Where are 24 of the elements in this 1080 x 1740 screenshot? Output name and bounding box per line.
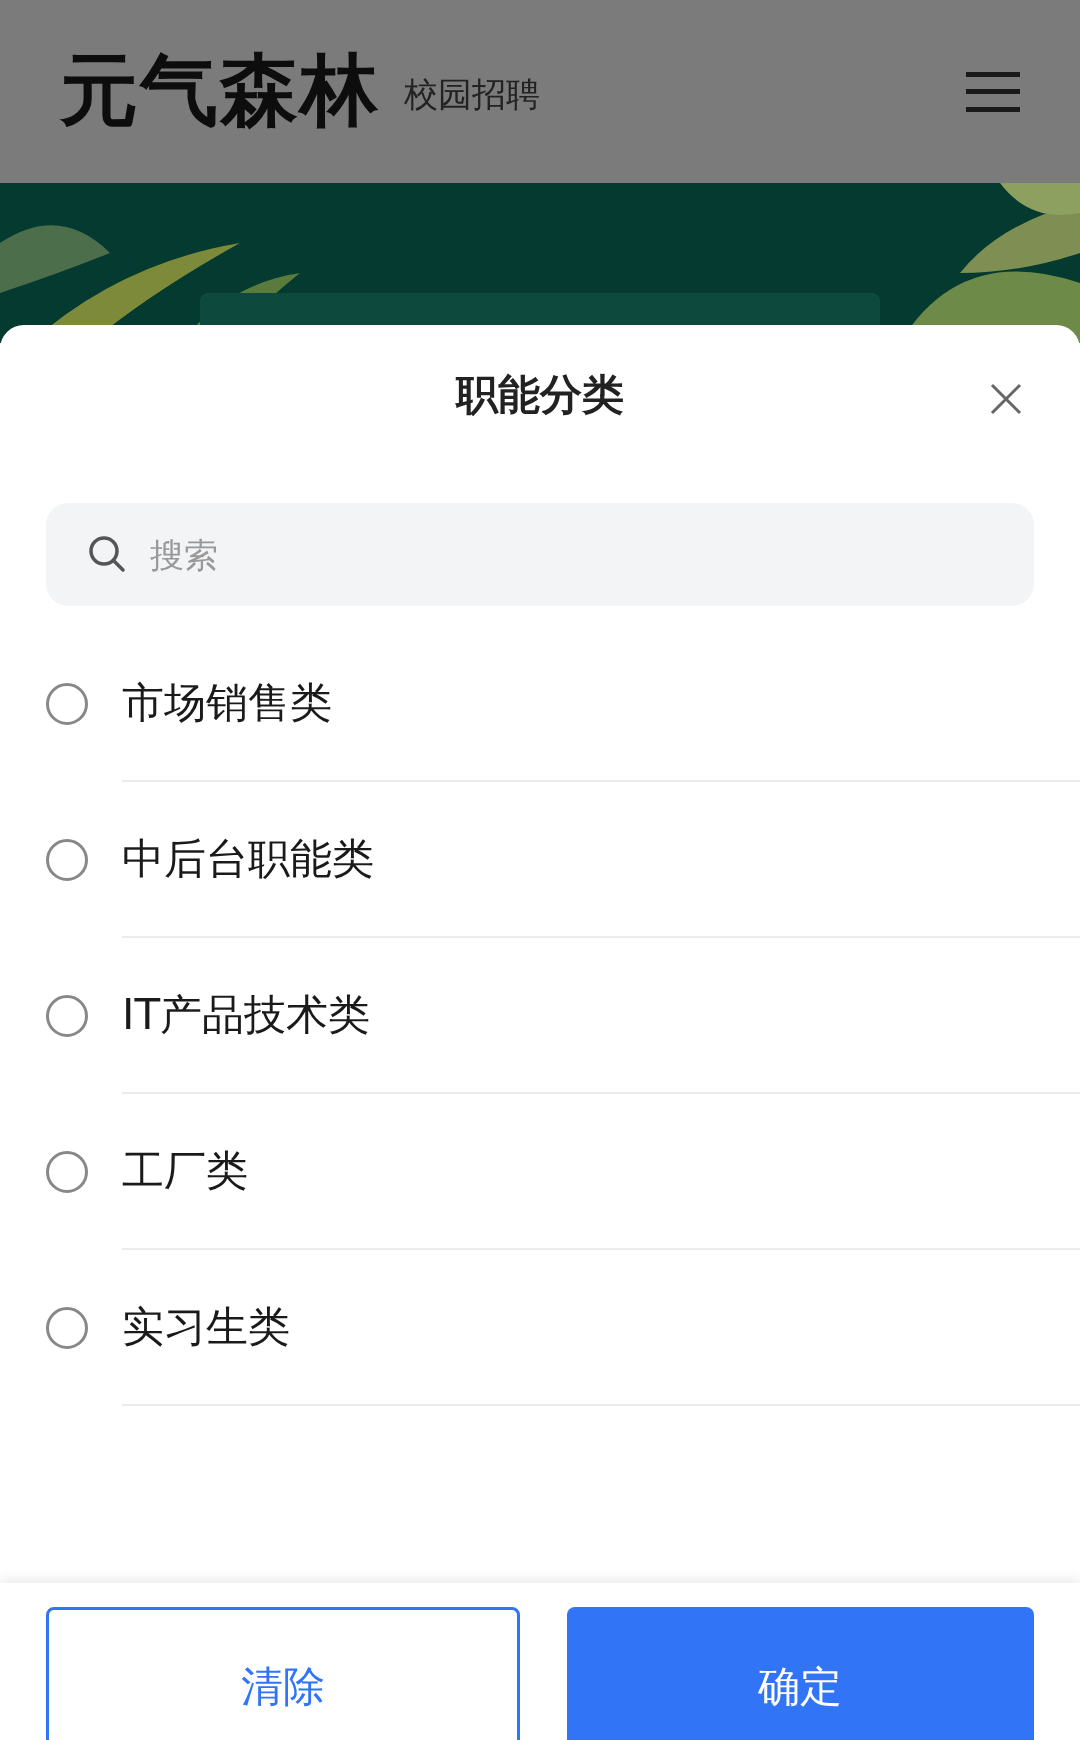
option-item[interactable]: 中后台职能类 xyxy=(0,782,1080,938)
option-label: 实习生类 xyxy=(122,1301,290,1353)
search-field[interactable]: 搜索 xyxy=(46,503,1034,606)
confirm-button[interactable]: 确定 xyxy=(566,1607,1034,1740)
close-icon[interactable] xyxy=(990,383,1022,415)
radio-button[interactable] xyxy=(46,995,88,1037)
option-item[interactable]: 工厂类 xyxy=(0,1094,1080,1250)
header-subtitle: 校园招聘 xyxy=(404,72,540,116)
radio-button[interactable] xyxy=(46,1151,88,1193)
search-icon xyxy=(88,535,126,573)
sheet-title: 职能分类 xyxy=(456,369,624,421)
menu-icon[interactable] xyxy=(966,71,1020,112)
radio-button[interactable] xyxy=(46,839,88,881)
radio-button[interactable] xyxy=(46,683,88,725)
option-item[interactable]: IT产品技术类 xyxy=(0,938,1080,1094)
clear-button[interactable]: 清除 xyxy=(46,1607,520,1740)
option-item[interactable]: 市场销售类 xyxy=(0,626,1080,782)
radio-button[interactable] xyxy=(46,1307,88,1349)
option-label: 工厂类 xyxy=(122,1145,248,1197)
logo: 元气森林 xyxy=(60,44,380,137)
option-label: 中后台职能类 xyxy=(122,833,374,885)
option-label: IT产品技术类 xyxy=(122,989,371,1041)
option-label: 市场销售类 xyxy=(122,677,332,729)
option-item[interactable]: 实习生类 xyxy=(0,1250,1080,1406)
